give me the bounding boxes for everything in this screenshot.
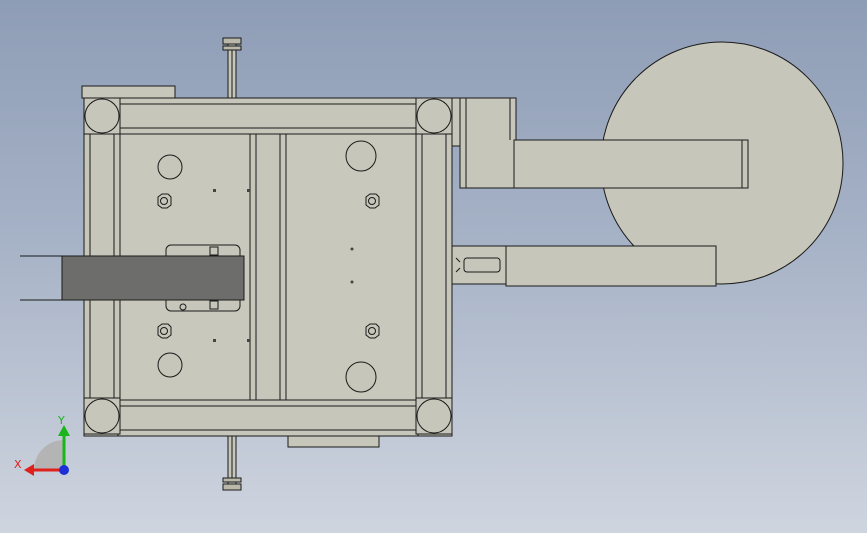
hole-large-top	[345, 140, 377, 172]
corner-post-bottom-right[interactable]	[415, 397, 453, 435]
right-frame-rail[interactable]	[415, 131, 453, 401]
hex-nut-3	[157, 323, 172, 339]
hole-medium-top	[157, 154, 183, 180]
triad-plane-icon	[34, 440, 64, 470]
top-threaded-rod[interactable]	[222, 37, 242, 99]
bottom-frame-rail[interactable]	[117, 399, 419, 437]
left-belt-extension[interactable]	[20, 255, 62, 301]
y-axis-label: Y	[57, 414, 65, 427]
top-frame-rail[interactable]	[117, 97, 419, 135]
z-axis-dot-icon	[59, 465, 69, 475]
corner-post-bottom-left[interactable]	[83, 397, 121, 435]
hex-nut-1	[157, 193, 172, 209]
top-mounting-tab[interactable]	[81, 85, 176, 99]
right-bracket[interactable]	[451, 97, 517, 189]
bottom-threaded-rod[interactable]	[222, 433, 242, 491]
hex-nut-4	[365, 323, 380, 339]
hex-nut-2	[365, 193, 380, 209]
center-divider-bar[interactable]	[249, 133, 287, 401]
graphics-viewport[interactable]: Y X	[0, 0, 867, 533]
corner-post-top-left[interactable]	[83, 97, 121, 135]
x-axis-label: X	[14, 458, 22, 471]
lower-arm-slider[interactable]	[451, 245, 717, 287]
hole-large-bottom	[345, 361, 377, 393]
conveyor-belt[interactable]	[61, 255, 245, 301]
corner-post-top-right[interactable]	[415, 97, 453, 135]
hole-medium-bottom	[157, 352, 183, 378]
coordinate-triad: Y X	[14, 414, 70, 476]
upper-arm[interactable]	[513, 139, 749, 189]
